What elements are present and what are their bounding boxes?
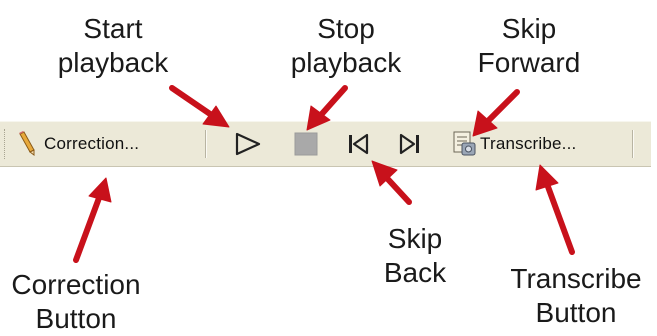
skip-forward-callout: Skip Forward [468,12,590,80]
callout-line: Correction [11,269,141,300]
correction-button[interactable]: Correction... [14,126,139,162]
callout-line: Skip [387,223,443,254]
pencil-icon [14,131,38,157]
correction-button-callout: Correction Button [0,268,152,336]
play-button[interactable] [234,126,262,162]
play-icon [234,131,262,157]
toolbar-separator [205,130,207,158]
callout-line: Transcribe [510,263,642,294]
callout-line: Back [383,257,447,288]
skip-back-arrow [371,160,412,205]
correction-button-label: Correction... [44,134,140,153]
skip-back-button[interactable] [345,126,371,162]
callout-line: playback [290,47,402,78]
transcribe-button-label: Transcribe... [480,134,577,153]
toolbar-grip[interactable] [4,129,8,159]
callout-line: Button [535,297,617,328]
callout-line: Button [35,303,117,334]
callout-line: Forward [477,47,581,78]
stop-icon [293,131,319,157]
skip-back-icon [345,131,371,157]
callout-line: playback [57,47,169,78]
callout-line: Start [83,13,143,44]
skip-forward-icon [397,131,423,157]
start-playback-callout: Start playback [52,12,174,80]
skip-forward-button[interactable] [397,126,423,162]
callout-line: Skip [501,13,557,44]
skip-back-callout: Skip Back [370,222,460,290]
stop-button[interactable] [293,126,319,162]
callout-line: Stop [317,13,375,44]
transcribe-button-callout: Transcribe Button [496,262,656,330]
transcribe-arrow [535,164,575,255]
transcribe-button[interactable]: Transcribe... [450,126,576,162]
playback-toolbar: Correction... Transcribe... [0,121,651,167]
correction-arrow [73,177,112,263]
stop-playback-callout: Stop playback [283,12,409,80]
toolbar-separator [632,130,634,158]
transcribe-document-icon [450,130,478,158]
